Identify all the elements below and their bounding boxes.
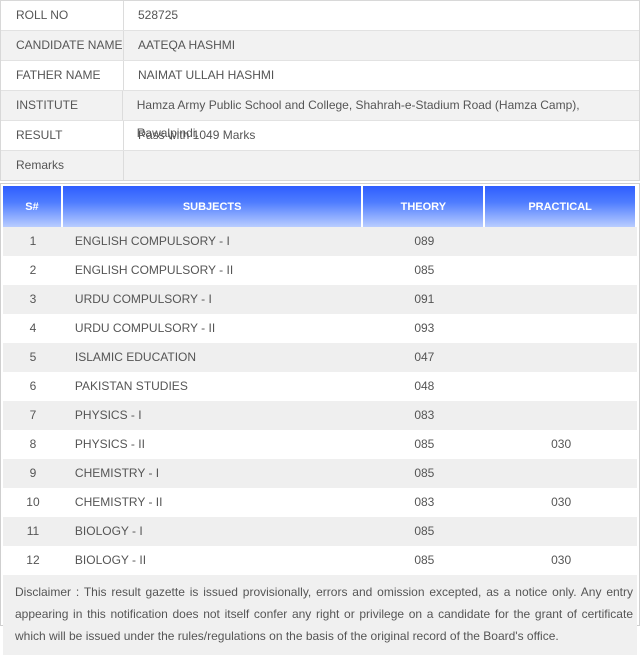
table-row: 11 BIOLOGY - I 085 [3,517,637,546]
sno-cell: 6 [29,379,37,393]
sno-cell: 1 [29,234,37,248]
sno-cell: 12 [26,553,40,567]
father-name-label: FATHER NAME [1,61,124,90]
practical-cell [485,459,637,488]
practical-cell [485,372,637,401]
subject-cell: URDU COMPULSORY - I [74,292,212,306]
subjects-header: SUBJECTS [62,186,364,227]
subject-cell: ISLAMIC EDUCATION [74,350,197,364]
subject-cell: URDU COMPULSORY - II [74,321,216,335]
result-row: RESULT Pass with 1049 Marks [1,120,639,150]
table-row: 8 PHYSICS - II 085 030 [3,430,637,459]
roll-no-value: 528725 [138,8,179,22]
table-row: 7 PHYSICS - I 083 [3,401,637,430]
theory-cell: 085 [414,466,435,480]
theory-cell: 083 [414,408,435,422]
subject-cell: ENGLISH COMPULSORY - II [74,263,234,277]
sno-header: S# [3,186,63,227]
theory-cell: 091 [414,292,435,306]
father-name-row: FATHER NAME NAIMAT ULLAH HASHMI [1,60,639,90]
practical-cell [485,285,637,314]
theory-cell: 093 [414,321,435,335]
sno-cell: 4 [29,321,37,335]
table-row: 1 ENGLISH COMPULSORY - I 089 [3,227,637,256]
practical-cell [485,314,637,343]
table-row: 4 URDU COMPULSORY - II 093 [3,314,637,343]
practical-cell: 030 [551,437,572,451]
candidate-name-label: CANDIDATE NAME [1,31,124,60]
father-name-value: NAIMAT ULLAH HASHMI [138,68,275,82]
theory-cell: 085 [414,437,435,451]
sno-cell: 11 [26,524,40,538]
institute-row: INSTITUTE Hamza Army Public School and C… [1,90,639,140]
roll-no-label: ROLL NO [1,1,124,30]
candidate-name-row: CANDIDATE NAME AATEQA HASHMI [1,30,639,60]
subject-cell: ENGLISH COMPULSORY - I [74,234,230,248]
theory-header: THEORY [363,186,486,227]
table-row: 6 PAKISTAN STUDIES 048 [3,372,637,401]
table-row: 10 CHEMISTRY - II 083 030 [3,488,637,517]
theory-cell: 089 [414,234,435,248]
theory-cell: 085 [414,553,435,567]
subject-cell: PAKISTAN STUDIES [74,379,188,393]
table-row: 3 URDU COMPULSORY - I 091 [3,285,637,314]
theory-cell: 085 [414,524,435,538]
candidate-name-value: AATEQA HASHMI [138,38,236,52]
institute-label: INSTITUTE [1,91,123,120]
practical-cell: 030 [551,553,572,567]
remarks-label: Remarks [1,151,124,180]
roll-no-row: ROLL NO 528725 [1,1,639,30]
theory-cell: 047 [414,350,435,364]
result-value: Pass with 1049 Marks [138,128,256,142]
remarks-value [124,151,138,180]
sno-cell: 8 [29,437,37,451]
theory-cell: 083 [414,495,435,509]
table-row: 9 CHEMISTRY - I 085 [3,459,637,488]
sno-cell: 3 [29,292,37,306]
subject-cell: PHYSICS - II [74,437,145,451]
disclaimer-text: Disclaimer : This result gazette is issu… [3,575,637,655]
practical-cell [485,401,637,430]
theory-cell: 085 [414,263,435,277]
subject-cell: CHEMISTRY - I [74,466,160,480]
table-row: 2 ENGLISH COMPULSORY - II 085 [3,256,637,285]
remarks-row: Remarks [1,150,639,180]
table-row: 5 ISLAMIC EDUCATION 047 [3,343,637,372]
sno-cell: 2 [29,263,37,277]
table-header: S# SUBJECTS THEORY PRACTICAL [3,186,637,227]
practical-cell [485,517,637,546]
practical-cell [485,256,637,285]
subject-cell: BIOLOGY - I [74,524,143,538]
result-label: RESULT [1,121,124,150]
institute-value: Hamza Army Public School and College, Sh… [136,98,580,140]
subject-cell: CHEMISTRY - II [74,495,163,509]
subject-cell: BIOLOGY - II [74,553,147,567]
candidate-info-table: ROLL NO 528725 CANDIDATE NAME AATEQA HAS… [0,0,640,181]
sno-cell: 9 [29,466,37,480]
practical-header: PRACTICAL [485,186,637,227]
practical-cell: 030 [551,495,572,509]
sno-cell: 7 [29,408,37,422]
practical-cell [485,343,637,372]
theory-cell: 048 [414,379,435,393]
sno-cell: 5 [29,350,37,364]
table-row: 12 BIOLOGY - II 085 030 [3,546,637,575]
subjects-marks-table: S# SUBJECTS THEORY PRACTICAL 1 ENGLISH CO… [0,183,640,655]
subject-cell: PHYSICS - I [74,408,142,422]
practical-cell [485,227,637,256]
sno-cell: 10 [26,495,40,509]
